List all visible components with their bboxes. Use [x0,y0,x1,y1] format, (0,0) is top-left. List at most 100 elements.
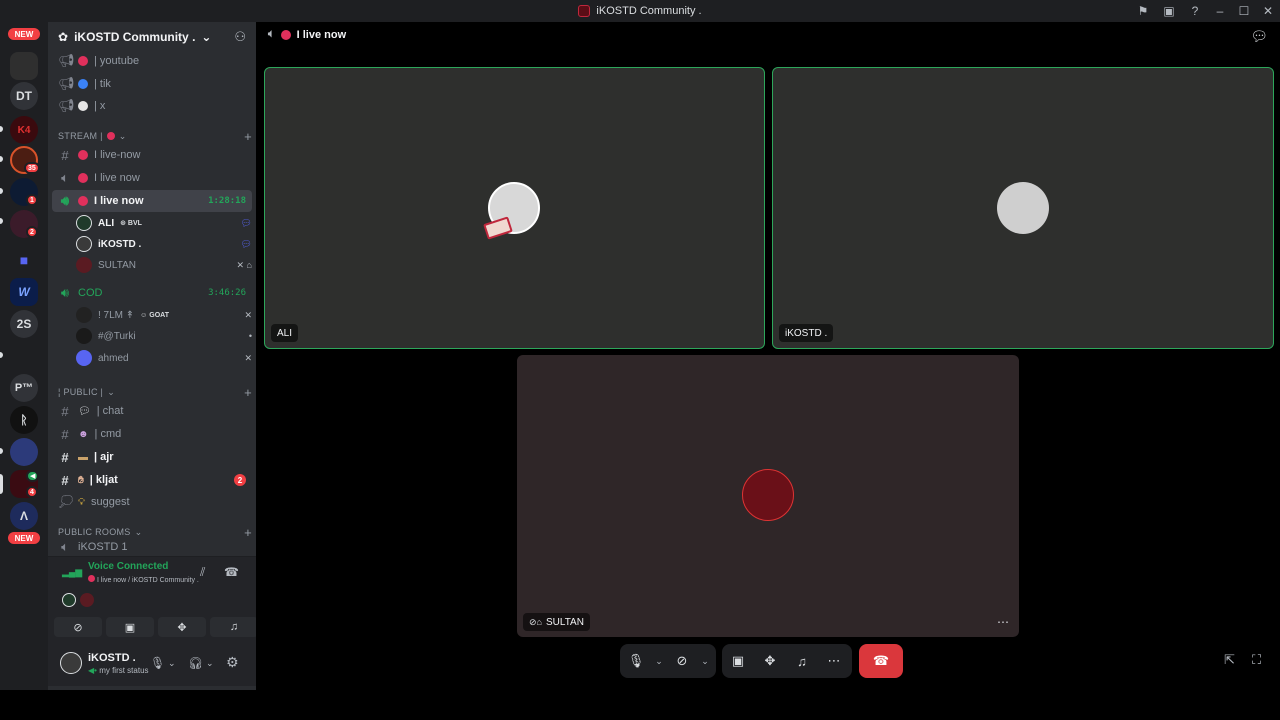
headphones-icon[interactable]: 🎧︎ [188,656,203,670]
voice-user-name: SULTAN [98,259,136,271]
popout-icon[interactable]: ⇱ [1224,652,1235,668]
user-name[interactable]: iKOSTD . [88,652,136,664]
server-icon[interactable] [10,438,38,466]
channel-live-now-voice[interactable]: 🔈︎ I live now [52,167,252,189]
activities-button[interactable]: ✥ [754,644,786,678]
chevron-down-icon[interactable]: ⌄ [652,644,666,678]
user-avatar[interactable] [60,652,82,674]
channel-label: suggest [91,496,130,508]
screen-share-button[interactable]: ▣ [106,617,154,637]
speaker-icon: 🔈︎ [61,170,69,185]
channel-x[interactable]: 📢︎ | x [52,95,252,117]
voice-user-ikostd[interactable]: iKOSTD . 💬︎ [76,234,252,254]
screen-share-icon[interactable]: ▣ [1156,0,1182,22]
disconnect-button[interactable]: ☎ [859,644,903,678]
new-badge: NEW [6,26,42,42]
disconnect-icon[interactable]: ☎ [224,565,239,579]
chevron-down-icon: ⌄ [201,30,212,44]
chevron-down-icon[interactable]: ⌄ [168,658,176,669]
add-channel-icon[interactable]: + [244,525,252,540]
server-icon[interactable]: Λ [10,502,38,530]
noise-suppression-icon[interactable]: ⫽ [200,565,205,580]
avatar [76,307,92,323]
channel-kljat[interactable]: # ✋︎ | kljat 2 [52,469,252,491]
avatar [76,257,92,273]
server-icon[interactable]: 2S [10,310,38,338]
voice-user-7lm[interactable]: ! 7LM ↟ ☺ GOAT ✕ [76,305,252,325]
channel-ajr[interactable]: # ▬ | ajr [52,446,252,468]
chat-bubble-icon[interactable]: 💬︎ [1250,28,1268,45]
user-status[interactable]: ◀• my first status [88,666,149,675]
add-channel-icon[interactable]: + [244,385,252,400]
voice-user-ahmed[interactable]: ahmed ✕ [76,348,252,368]
channel-suggest[interactable]: 💭︎ 💡︎ suggest [52,491,252,513]
channel-live-now-active[interactable]: 🔊︎ I live now 1:28:18 [52,190,252,212]
participant-name: iKOSTD . [785,327,828,339]
channel-label: | youtube [94,55,140,67]
camera-off-button[interactable]: ⊘ [54,617,102,637]
participant-name: SULTAN [545,616,584,628]
media-controls: 🎙︎ ⌄ ⊘ ⌄ [620,644,716,678]
hash-icon: # [61,147,69,163]
channel-youtube[interactable]: 📢︎ | youtube [52,50,252,72]
server-icon[interactable]: P™ [10,374,38,402]
video-tile-ikostd[interactable]: iKOSTD . [772,67,1274,349]
channel-cmd[interactable]: # ☻ | cmd [52,423,252,445]
announcement-icon: 📢︎ [58,98,75,113]
soundboard-button[interactable]: ♫ [786,644,818,678]
category-public[interactable]: ¦ PUBLIC | ⌄ + [58,384,252,400]
status-icon: • [248,331,252,341]
server-icon[interactable]: DT [10,82,38,110]
flag-icon[interactable]: ⚑ [1130,0,1156,22]
server-icon[interactable]: W [10,278,38,306]
fullscreen-icon[interactable]: ⛶ [1252,652,1261,668]
stage-channel-name: I live now [296,28,347,41]
close-window-button[interactable]: ✕ [1256,0,1280,22]
signal-icon[interactable]: ▂▄▆ [62,567,82,578]
channel-live-now-text[interactable]: # I live-now [52,144,252,166]
category-public-rooms[interactable]: PUBLIC ROOMS ⌄ + [58,524,252,540]
unread-indicator [0,126,3,132]
category-stream[interactable]: STREAM | ⌄ + [58,128,252,144]
folder-icon[interactable]: ■ [10,246,38,274]
voice-status[interactable]: Voice Connected [88,561,168,572]
maximize-button[interactable]: ☐ [1232,0,1256,22]
server-icon[interactable]: ᚱ [10,406,38,434]
soundboard-button[interactable]: ♫ [210,617,258,637]
channel-chat[interactable]: # 💬︎ | chat [52,400,252,422]
minimize-button[interactable]: – [1208,0,1232,22]
guild-header[interactable]: ✿ iKOSTD Community . ⌄ ⚇ [48,22,256,52]
voice-user-ali[interactable]: ALI ⊛ BVL 💬︎ [76,213,252,233]
guild-tag: ⊛ BVL [120,220,142,227]
chevron-down-icon[interactable]: ⌄ [698,644,712,678]
microphone-button[interactable]: 🎙︎ [620,644,652,678]
hash-icon: # [61,449,69,465]
screen-share-button[interactable]: ▣ [722,644,754,678]
video-tile-ali[interactable]: ALI [264,67,765,349]
speaker-live-icon: 🔊︎ [60,193,70,208]
unread-indicator [0,156,3,162]
activities-button[interactable]: ✥ [158,617,206,637]
settings-gear-icon[interactable]: ⚙ [226,654,239,671]
channel-room-peek[interactable]: 🔈︎ iKOSTD 1 [52,540,252,554]
more-options-button[interactable]: ⋯ [818,644,850,678]
channel-tik[interactable]: 📢︎ | tik [52,73,252,95]
channel-cod[interactable]: 🔊︎ COD 3:46:26 [52,282,252,304]
hash-icon: # [61,472,69,488]
microphone-icon[interactable]: 🎙︎ [150,656,165,670]
server-icon[interactable]: K4 [10,116,38,144]
camera-off-button[interactable]: ⊘ [666,644,698,678]
server-icon[interactable] [10,52,38,80]
help-icon[interactable]: ? [1182,0,1208,22]
voice-user-sultan[interactable]: SULTAN ✕ ⌂ [76,255,252,275]
invite-icon[interactable]: ⚇ [234,29,246,45]
chevron-down-icon[interactable]: ⌄ [206,658,214,669]
voice-location[interactable]: I live now / iKOSTD Community . [88,575,199,584]
more-options-icon[interactable]: ⋯ [997,615,1009,629]
chat-bubble-icon: 💬︎ [240,217,252,228]
add-channel-icon[interactable]: + [244,129,252,144]
voice-user-turki[interactable]: #@Turki • [76,326,252,346]
voice-user-name: ALI [98,217,115,229]
video-tile-sultan[interactable]: ⊘⌂ SULTAN ⋯ [517,355,1019,637]
deafened-icon: ⊘⌂ [529,616,542,627]
